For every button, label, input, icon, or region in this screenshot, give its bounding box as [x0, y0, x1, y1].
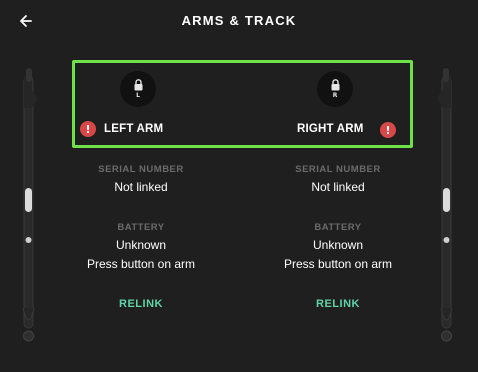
left-serial-label: SERIAL NUMBER	[98, 164, 184, 175]
right-arm-label: RIGHT ARM	[297, 123, 364, 135]
right-arm-lock-letter: R	[332, 92, 338, 99]
right-relink-button[interactable]: RELINK	[263, 298, 413, 310]
left-battery-value: Unknown	[115, 238, 167, 252]
right-arm-illustration	[437, 68, 453, 342]
left-battery-label: BATTERY	[117, 222, 165, 233]
page-title: ARMS & TRACK	[181, 13, 297, 28]
right-battery-hint: Press button on arm	[283, 257, 393, 271]
left-relink-button[interactable]: RELINK	[66, 298, 216, 310]
left-serial-value: Not linked	[114, 180, 168, 194]
lock-icon	[134, 79, 142, 91]
left-arm-illustration	[22, 68, 38, 342]
left-arm-lock-badge: L	[120, 71, 156, 107]
right-arm-lock-badge: R	[317, 71, 353, 107]
left-battery-hint: Press button on arm	[86, 257, 196, 271]
right-battery-value: Unknown	[312, 238, 364, 252]
left-arm-lock-letter: L	[136, 92, 140, 99]
left-arm-warning-icon: !	[80, 121, 96, 137]
left-arm-label: LEFT ARM	[104, 123, 164, 135]
lock-icon	[331, 79, 339, 91]
right-arm-warning-icon: !	[380, 122, 396, 138]
right-battery-label: BATTERY	[314, 222, 362, 233]
right-serial-value: Not linked	[311, 180, 365, 194]
right-serial-label: SERIAL NUMBER	[295, 164, 381, 175]
